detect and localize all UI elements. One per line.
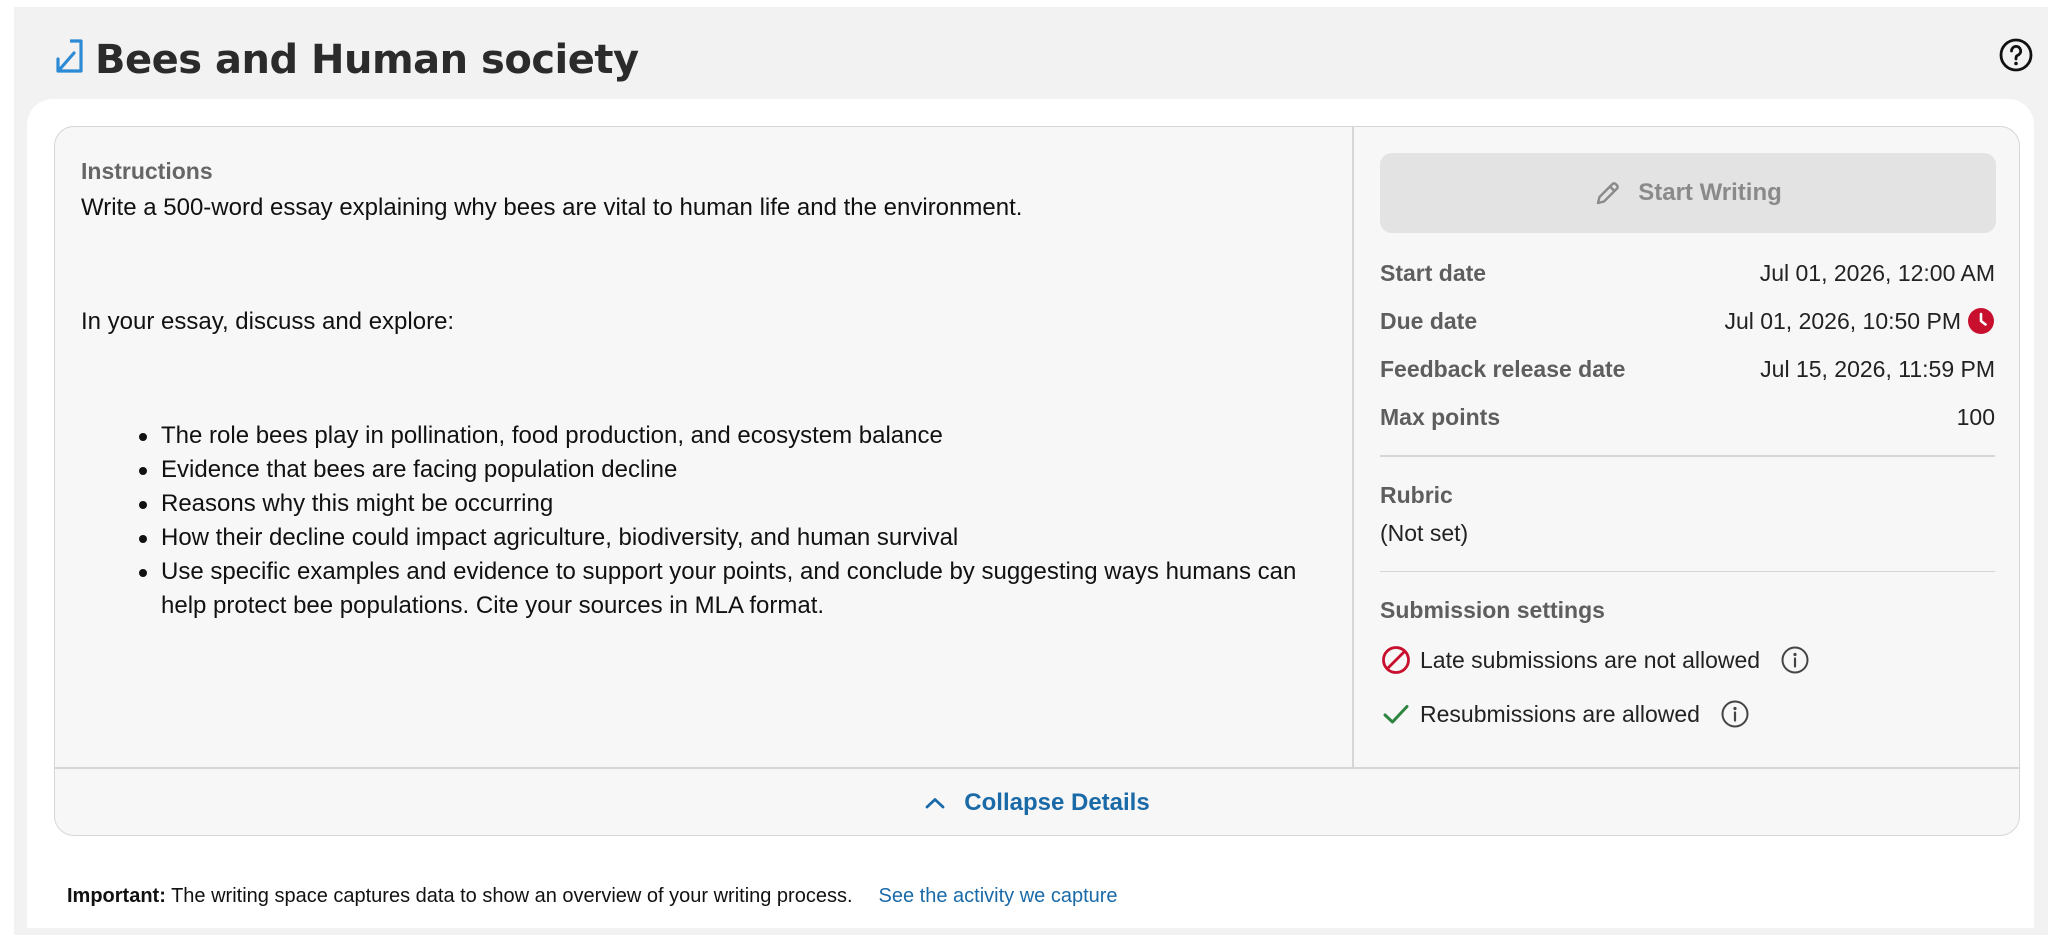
max-points-label: Max points [1380, 403, 1501, 430]
assignment-meta-panel: Start Writing Start date Jul 01, 2026, 1… [1354, 127, 2019, 767]
not-allowed-icon [1382, 646, 1410, 674]
instructions-panel: Instructions Write a 500-word essay expl… [55, 127, 1352, 767]
divider [1380, 455, 1995, 457]
due-date-label: Due date [1380, 307, 1478, 334]
collapse-details-label: Collapse Details [964, 789, 1150, 816]
see-activity-link[interactable]: See the activity we capture [879, 880, 1118, 912]
page-header: Bees and Human society [14, 7, 2048, 107]
start-writing-label: Start Writing [1638, 179, 1782, 206]
help-button[interactable] [1994, 33, 2038, 77]
page-title: Bees and Human society [95, 37, 639, 83]
info-icon[interactable] [1780, 645, 1810, 675]
check-icon [1383, 705, 1409, 724]
resubmission-text: Resubmissions are allowed [1420, 700, 1700, 727]
start-date-value: Jul 01, 2026, 12:00 AM [1759, 259, 1995, 286]
submission-settings-label: Submission settings [1380, 597, 1605, 623]
important-label: Important: [67, 885, 166, 907]
pencil-icon [1597, 182, 1620, 205]
due-date-value: Jul 01, 2026, 10:50 PM [1724, 307, 1961, 334]
start-date-row: Start date Jul 01, 2026, 12:00 AM [1380, 249, 1995, 297]
max-points-row: Max points 100 [1380, 393, 1995, 441]
collapse-details-button[interactable]: Collapse Details [55, 769, 2019, 835]
important-notice: Important: The writing space captures da… [67, 880, 1118, 912]
due-date-row: Due date Jul 01, 2026, 10:50 PM [1380, 297, 1995, 345]
instructions-list: The role bees play in pollination, food … [137, 419, 1324, 623]
rubric-value: (Not set) [1380, 519, 1469, 546]
max-points-value: 100 [1956, 403, 1995, 430]
instructions-label: Instructions [81, 158, 213, 184]
list-item: How their decline could impact agricultu… [137, 521, 1324, 555]
divider [1380, 570, 1995, 572]
info-icon[interactable] [1720, 699, 1750, 729]
late-submission-setting: Late submissions are not allowed [1380, 640, 1995, 680]
resubmission-setting: Resubmissions are allowed [1380, 694, 1995, 734]
chevron-up-icon [925, 798, 945, 809]
late-submission-text: Late submissions are not allowed [1420, 646, 1761, 673]
start-date-label: Start date [1380, 259, 1487, 286]
instructions-paragraph: Write a 500-word essay explaining why be… [81, 194, 1023, 221]
feedback-date-label: Feedback release date [1380, 355, 1626, 382]
share-arrow-icon [56, 39, 83, 73]
start-writing-button[interactable]: Start Writing [1380, 153, 1996, 233]
list-item: The role bees play in pollination, food … [137, 419, 1324, 453]
help-circle-icon [1999, 38, 2033, 72]
assignment-details-card: Instructions Write a 500-word essay expl… [54, 126, 2020, 836]
feedback-date-value: Jul 15, 2026, 11:59 PM [1760, 355, 1995, 382]
list-item: Reasons why this might be occurring [137, 487, 1324, 521]
list-item: Use specific examples and evidence to su… [137, 555, 1324, 623]
feedback-date-row: Feedback release date Jul 15, 2026, 11:5… [1380, 345, 1995, 393]
instructions-paragraph: In your essay, discuss and explore: [81, 308, 455, 335]
important-text: The writing space captures data to show … [165, 885, 853, 907]
rubric-label: Rubric [1380, 481, 1453, 508]
assignment-dates: Start date Jul 01, 2026, 12:00 AM Due da… [1380, 249, 1995, 441]
list-item: Evidence that bees are facing population… [137, 453, 1324, 487]
clock-icon [1968, 308, 1994, 334]
